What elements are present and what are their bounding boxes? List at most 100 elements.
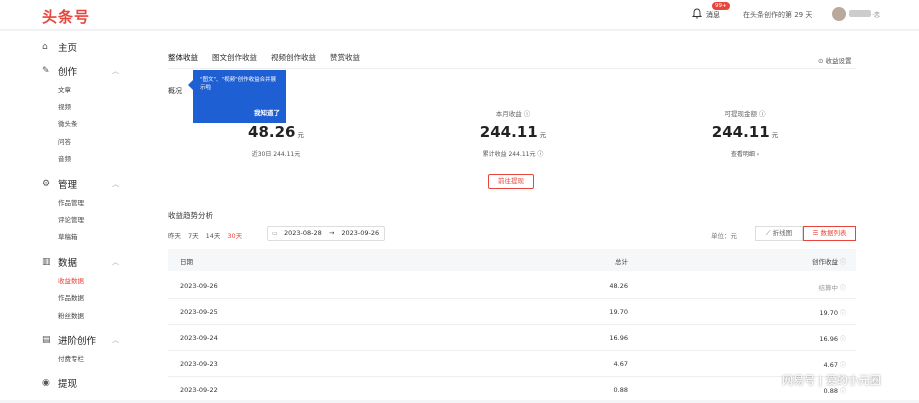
row-create: 19.70 ⓘ xyxy=(819,309,846,317)
tab-appreciation[interactable]: 赞赏收益 xyxy=(330,52,360,69)
sidebar-group-manage[interactable]: ⚙ 管理 xyxy=(42,177,77,191)
tooltip-text: "图文"、"视频"创作收益合并展示啦 xyxy=(200,77,277,91)
sidebar-group-advanced[interactable]: ▤ 进阶创作 xyxy=(42,333,96,347)
sidebar-group-data[interactable]: ▥ 数据 xyxy=(42,255,77,269)
merge-notice-tooltip: "图文"、"视频"创作收益合并展示啦 我知道了 xyxy=(188,70,286,123)
table-row: 2023-09-25 19.70 19.70 ⓘ xyxy=(168,299,856,325)
go-withdraw-button[interactable]: 前往提现 xyxy=(488,174,534,189)
sidebar-item-audio[interactable]: 音频 xyxy=(58,153,71,163)
coin-icon: ◉ xyxy=(42,378,50,388)
sidebar-item-withdraw[interactable]: ◉ 提现 xyxy=(42,376,77,390)
row-total: 19.70 xyxy=(609,308,628,316)
sidebar-item-comments[interactable]: 评论管理 xyxy=(58,214,84,224)
row-date: 2023-09-23 xyxy=(180,360,218,368)
calendar-icon: ▭ xyxy=(272,230,278,237)
stat-yesterday-number: 48.26 xyxy=(248,123,296,141)
tab-overall[interactable]: 整体收益 xyxy=(168,52,198,69)
gear-icon: ⚙ xyxy=(42,179,51,189)
sidebar-item-video[interactable]: 视频 xyxy=(58,101,71,111)
row-create: 结算中 ⓘ xyxy=(818,284,846,292)
stat-month-value: 244.11 元 xyxy=(443,123,583,141)
row-date: 2023-09-24 xyxy=(180,334,218,342)
info-icon: ⓘ xyxy=(839,362,846,369)
line-chart-label: 折线图 xyxy=(772,229,793,237)
range-30d[interactable]: 30天 xyxy=(227,230,242,240)
table-header: 日期 总计 创作收益 ⓘ xyxy=(168,249,856,271)
messages-link[interactable]: 消息 xyxy=(706,10,720,20)
tab-article[interactable]: 图文创作收益 xyxy=(212,52,257,69)
range-options: 昨天 7天 14天 30天 xyxy=(168,230,242,240)
pen-icon: ✎ xyxy=(42,66,50,76)
stat-month-sub: 累计收益 244.11元 ⓘ xyxy=(482,151,544,158)
sidebar-item-article[interactable]: 文章 xyxy=(58,84,71,94)
row-create: 16.96 ⓘ xyxy=(819,335,846,343)
row-total: 16.96 xyxy=(609,334,628,342)
messages-badge: 99+ xyxy=(712,2,730,10)
info-icon: ⓘ xyxy=(839,259,846,266)
row-date: 2023-09-22 xyxy=(180,386,218,394)
date-separator: → xyxy=(328,229,335,237)
row-total: 4.67 xyxy=(613,360,628,368)
bell-icon[interactable] xyxy=(692,8,702,19)
sidebar-create-label: 创作 xyxy=(58,67,78,78)
trend-title: 收益趋势分析 xyxy=(168,211,213,220)
sidebar-item-drafts[interactable]: 草稿箱 xyxy=(58,231,78,241)
stat-month-unit: 元 xyxy=(539,131,547,139)
sidebar-item-fans[interactable]: 粉丝数据 xyxy=(58,310,84,320)
header-total: 总计 xyxy=(615,258,628,266)
table-row: 2023-09-22 0.88 0.88 ⓘ xyxy=(168,377,856,403)
overview-title: 概况 xyxy=(168,87,182,95)
line-chart-icon: ⟋ xyxy=(765,229,771,237)
chevron-up-icon[interactable]: ︿ xyxy=(112,257,119,267)
range-7d[interactable]: 7天 xyxy=(188,230,199,240)
date-to: 2023-09-26 xyxy=(341,229,380,237)
info-icon: ⓘ xyxy=(839,336,846,343)
stat-month-number: 244.11 xyxy=(479,123,538,141)
sidebar-item-home[interactable]: ⌂ 主页 xyxy=(42,40,77,54)
chevron-up-icon[interactable]: ︿ xyxy=(112,335,119,345)
list-icon: ☰ xyxy=(812,229,819,237)
sidebar-item-qa[interactable]: 问答 xyxy=(58,136,71,146)
chevron-up-icon[interactable]: ︿ xyxy=(112,66,119,76)
header-date: 日期 xyxy=(180,258,193,266)
logo[interactable]: 头条号 xyxy=(42,6,90,27)
chevron-up-icon[interactable]: ︿ xyxy=(112,179,119,189)
earnings-settings-link[interactable]: ⊙ 收益设置 xyxy=(818,55,852,65)
range-yesterday[interactable]: 昨天 xyxy=(168,230,181,240)
creation-days: 在头条创作的第 29 天 xyxy=(743,11,813,19)
stat-withdrawable-number: 244.11 xyxy=(711,123,770,141)
sidebar-item-earnings[interactable]: 收益数据 xyxy=(58,275,84,285)
stat-withdrawable-value: 244.11 元 xyxy=(675,123,815,141)
line-chart-toggle[interactable]: ⟋ 折线图 xyxy=(755,226,803,241)
date-from: 2023-08-28 xyxy=(284,229,322,237)
info-icon: ⓘ xyxy=(839,310,846,317)
chart-icon: ▥ xyxy=(42,257,51,267)
sidebar-item-works[interactable]: 作品管理 xyxy=(58,197,84,207)
username-suffix: ·恋 xyxy=(872,12,880,19)
sidebar-withdraw-label: 提现 xyxy=(58,379,78,390)
document-icon: ▤ xyxy=(42,335,51,345)
sidebar-data-label: 数据 xyxy=(58,258,78,269)
table-row: 2023-09-24 16.96 16.96 ⓘ xyxy=(168,325,856,351)
view-details-link[interactable]: 查看明细 › xyxy=(675,149,815,158)
stat-withdrawable-unit: 元 xyxy=(771,131,779,139)
range-14d[interactable]: 14天 xyxy=(206,230,221,240)
sidebar-item-work-data[interactable]: 作品数据 xyxy=(58,292,84,302)
username-blurred[interactable] xyxy=(849,10,871,17)
avatar[interactable] xyxy=(832,7,846,21)
tooltip-dismiss-button[interactable]: 我知道了 xyxy=(254,109,280,117)
sidebar-item-micro[interactable]: 微头条 xyxy=(58,118,78,128)
row-date: 2023-09-26 xyxy=(180,282,218,290)
sidebar-item-paid-column[interactable]: 付费专栏 xyxy=(58,353,84,363)
table-row: 2023-09-23 4.67 4.67 ⓘ xyxy=(168,351,856,377)
sidebar-group-create[interactable]: ✎ 创作 xyxy=(42,64,77,78)
stat-month-label: 本月收益 ⓘ xyxy=(495,110,531,118)
home-icon: ⌂ xyxy=(42,42,48,52)
date-range-picker[interactable]: ▭ 2023-08-28 → 2023-09-26 xyxy=(267,226,385,241)
row-total: 48.26 xyxy=(609,282,628,290)
data-list-label: 数据列表 xyxy=(820,229,847,237)
table-row: 2023-09-26 48.26 结算中 ⓘ xyxy=(168,273,856,299)
data-list-toggle[interactable]: ☰ 数据列表 xyxy=(803,226,856,241)
tab-video[interactable]: 视频创作收益 xyxy=(271,52,316,69)
sidebar-home-label: 主页 xyxy=(58,43,78,54)
